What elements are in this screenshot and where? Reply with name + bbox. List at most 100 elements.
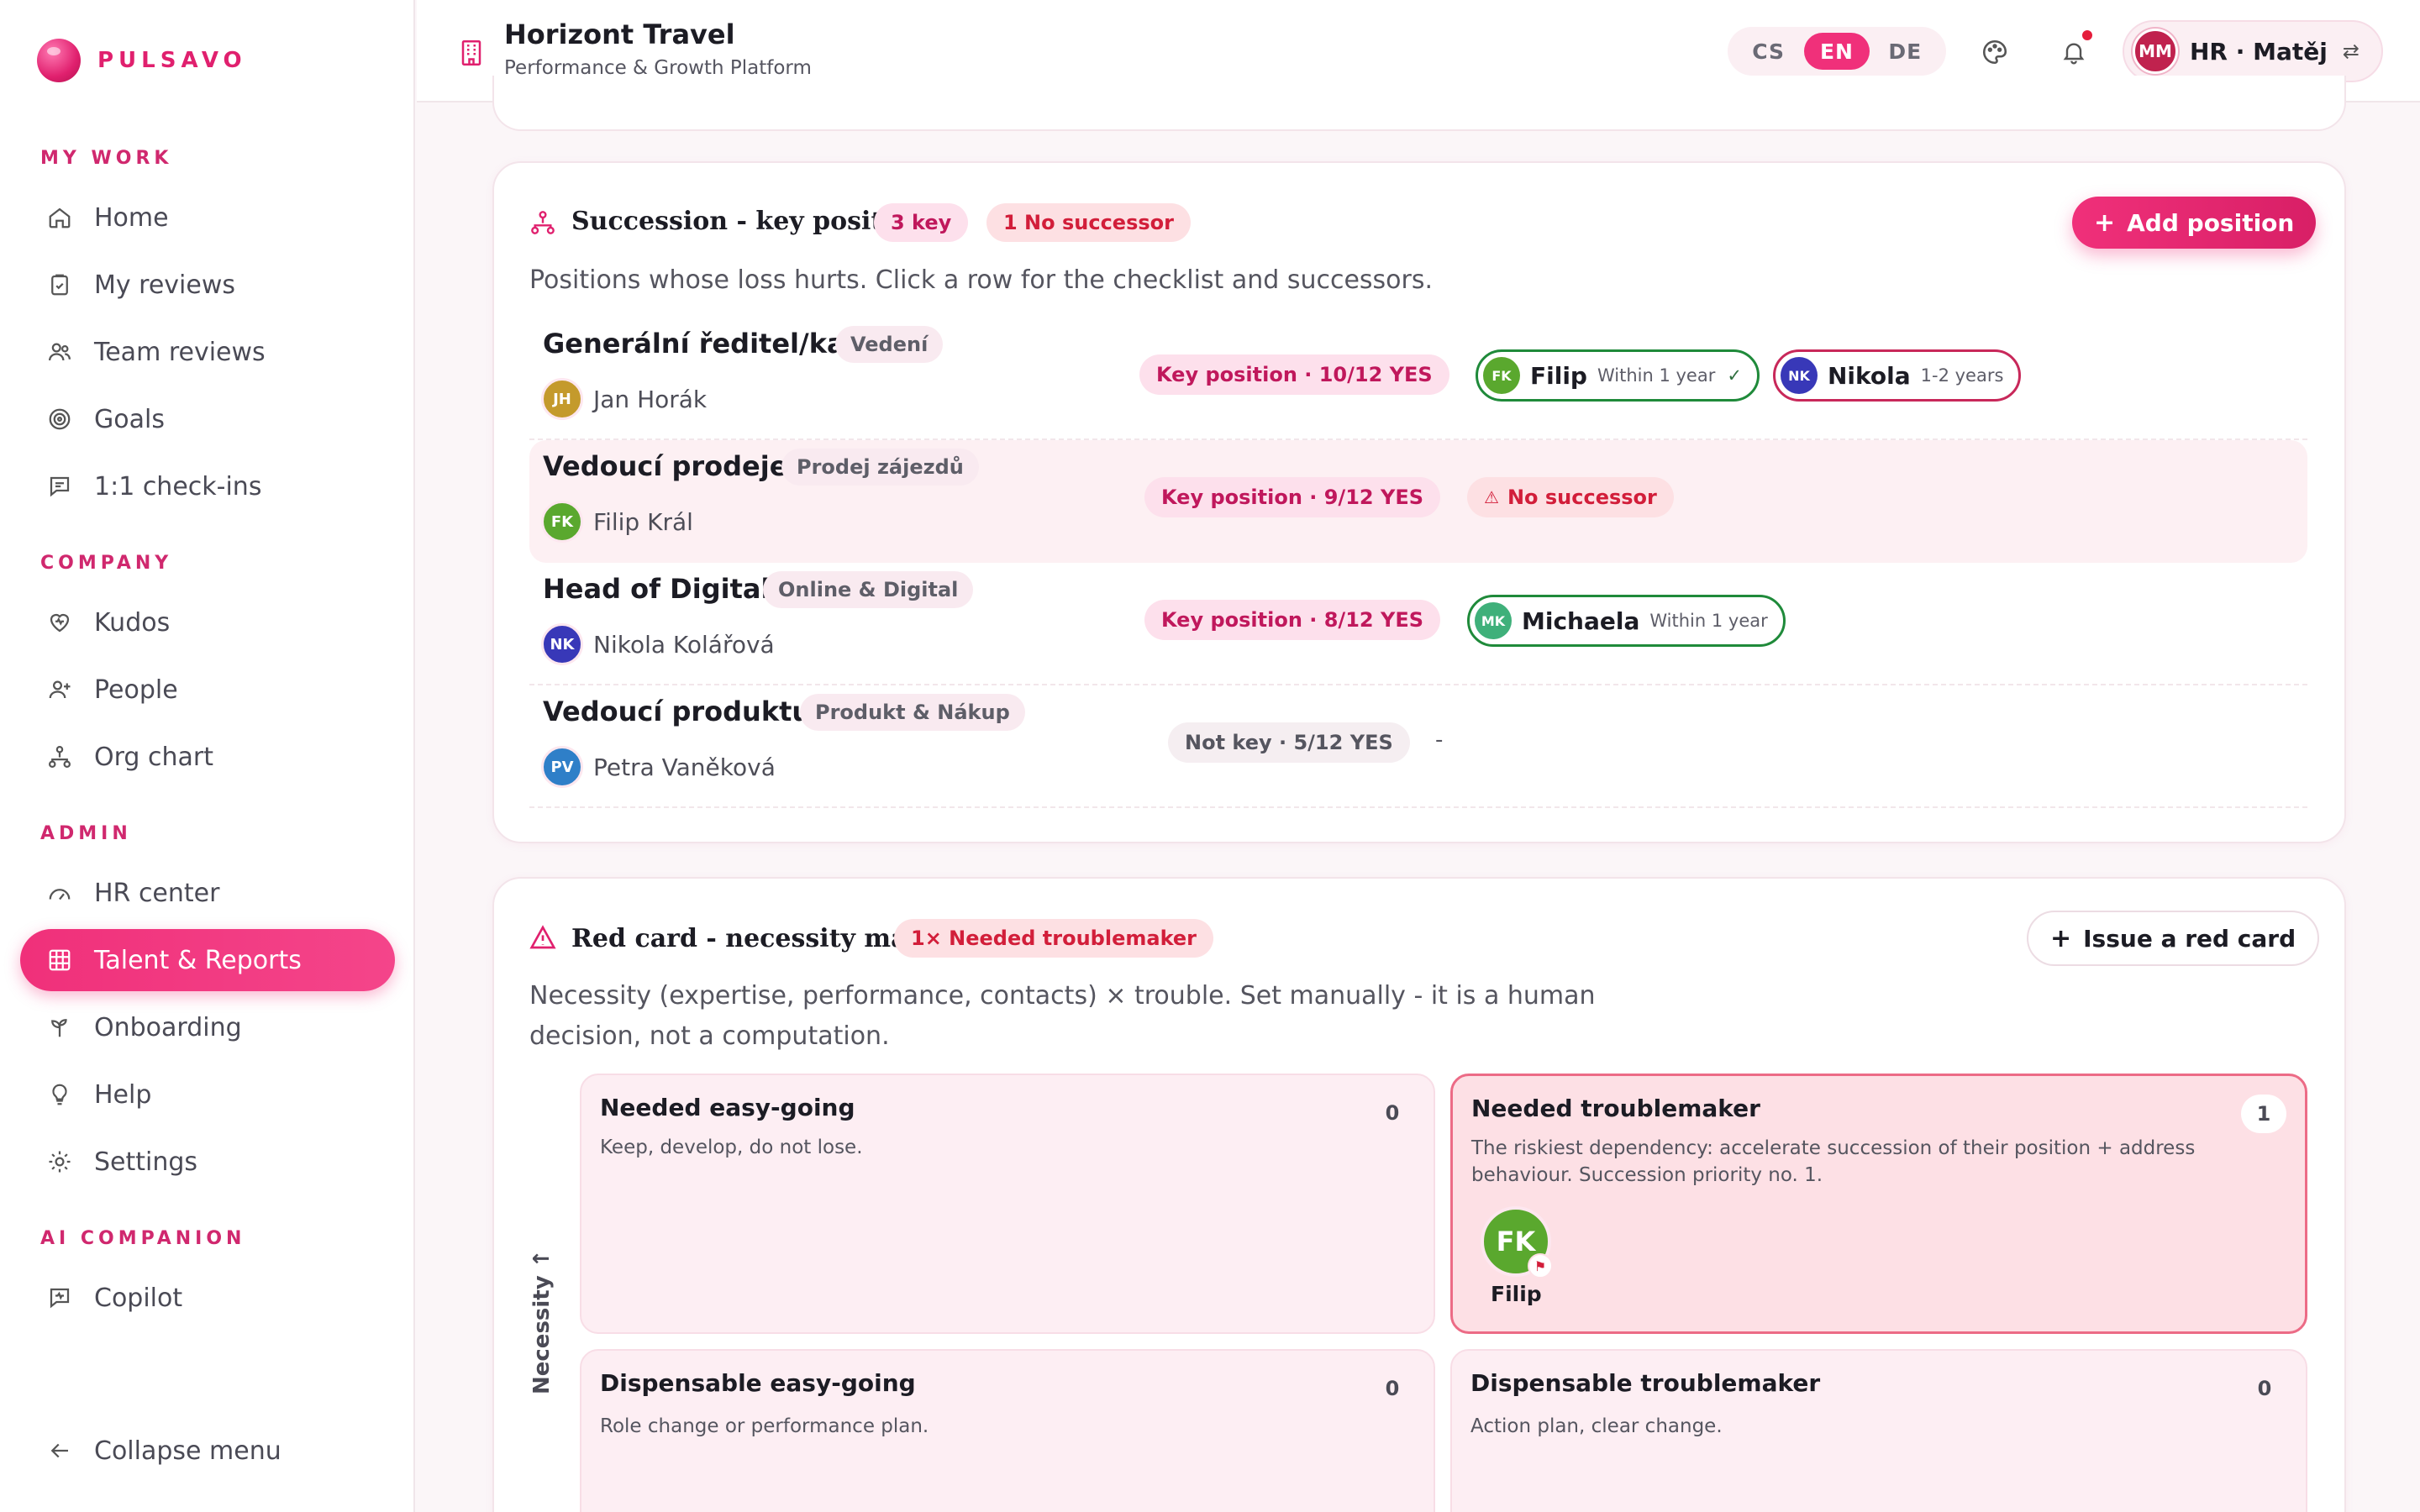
org-chart-icon — [45, 743, 74, 771]
palette-icon[interactable] — [1978, 35, 2012, 69]
sidebar-item-label: Onboarding — [94, 1012, 242, 1042]
sidebar-item-copilot[interactable]: Copilot — [20, 1267, 395, 1329]
sidebar-item-label: Team reviews — [94, 337, 266, 367]
department-badge: Prodej zájezdů — [781, 449, 979, 486]
previous-card-bottom — [492, 76, 2346, 131]
succession-row[interactable]: Vedoucí produktu Produkt & Nákup PV Petr… — [529, 685, 2307, 808]
quadrant-count: 1 — [2241, 1095, 2286, 1133]
plus-icon: + — [2094, 207, 2116, 238]
quadrant-dispensable-easy-going[interactable]: Dispensable easy-going Role change or pe… — [580, 1349, 1435, 1512]
plus-icon: + — [2050, 923, 2072, 953]
heart-icon — [45, 608, 74, 637]
successor-chip[interactable]: NK Nikola 1-2 years — [1773, 349, 2022, 402]
sidebar-item-label: Org chart — [94, 742, 213, 772]
lang-cs-button[interactable]: CS — [1736, 33, 1802, 70]
sidebar-item-onboarding[interactable]: Onboarding — [20, 996, 395, 1058]
key-position-badge: Key position · 10/12 YES — [1139, 354, 1449, 395]
holder-name: Petra Vaněková — [593, 753, 776, 781]
succession-row[interactable]: Generální ředitel/ka Vedení JH Jan Horák… — [529, 318, 2307, 440]
collapse-menu-button[interactable]: Collapse menu — [20, 1420, 395, 1482]
arrow-left-icon — [45, 1436, 74, 1465]
sidebar-item-hr-center[interactable]: HR center — [20, 862, 395, 924]
org-chart-icon — [529, 208, 556, 240]
add-position-button[interactable]: + Add position — [2072, 197, 2317, 249]
sidebar-item-label: Home — [94, 202, 169, 233]
red-flag-icon: ⚑ — [1528, 1253, 1553, 1278]
user-name: HR · Matěj — [2190, 37, 2328, 66]
sidebar-item-label: Settings — [94, 1147, 198, 1177]
avatar: FK — [541, 501, 583, 543]
sidebar-item-settings[interactable]: Settings — [20, 1131, 395, 1193]
sidebar-item-home[interactable]: Home — [20, 186, 395, 249]
lang-en-button[interactable]: EN — [1803, 33, 1870, 70]
sidebar-item-goals[interactable]: Goals — [20, 388, 395, 450]
sidebar-item-label: Goals — [94, 404, 165, 434]
sidebar-item-team-reviews[interactable]: Team reviews — [20, 321, 395, 383]
issue-red-card-button[interactable]: + Issue a red card — [2027, 911, 2320, 966]
quadrant-title: Needed troublemaker — [1471, 1095, 1760, 1122]
not-key-badge: Not key · 5/12 YES — [1168, 722, 1410, 763]
key-position-badge: Key position · 8/12 YES — [1144, 600, 1441, 640]
department-badge: Online & Digital — [763, 571, 974, 608]
position-title: Vedoucí produktu — [543, 696, 812, 727]
succession-row[interactable]: Vedoucí prodeje Prodej zájezdů FK Filip … — [529, 440, 2307, 563]
quadrant-description: The riskiest dependency: accelerate succ… — [1471, 1137, 2196, 1186]
key-position-badge: Key position · 9/12 YES — [1144, 477, 1441, 517]
issue-red-card-label: Issue a red card — [2083, 924, 2296, 953]
successor-chip[interactable]: FK Filip Within 1 year ✓ — [1476, 349, 1760, 402]
section-ai-companion: AI COMPANION — [40, 1228, 246, 1249]
language-switch: CS EN DE — [1728, 27, 1946, 76]
add-position-label: Add position — [2127, 208, 2295, 237]
sidebar-item-label: Talent & Reports — [94, 945, 302, 975]
sidebar-item-people[interactable]: People — [20, 659, 395, 721]
sidebar-item-kudos[interactable]: Kudos — [20, 591, 395, 654]
successor-readiness: Within 1 year — [1649, 611, 1768, 631]
position-holder: NK Nikola Kolářová — [541, 623, 775, 665]
quadrant-dispensable-troublemaker[interactable]: Dispensable troublemaker Action plan, cl… — [1450, 1349, 2307, 1512]
sidebar-item-org-chart[interactable]: Org chart — [20, 726, 395, 788]
clipboard-check-icon — [45, 270, 74, 299]
successor-name: Michaela — [1522, 606, 1640, 635]
department-badge: Vedení — [835, 326, 944, 363]
troublemaker-count-badge: 1× Needed troublemaker — [894, 919, 1213, 958]
lang-de-button[interactable]: DE — [1872, 33, 1938, 70]
notification-dot — [2081, 29, 2094, 42]
chat-icon — [45, 472, 74, 501]
quadrant-title: Dispensable easy-going — [600, 1369, 916, 1397]
position-title: Head of Digital — [543, 573, 771, 605]
sidebar-item-help[interactable]: Help — [20, 1063, 395, 1126]
quadrant-count: 0 — [2257, 1377, 2272, 1400]
quadrant-count: 0 — [1385, 1377, 1400, 1400]
holder-name: Filip Král — [593, 507, 693, 536]
user-plus-icon — [45, 675, 74, 704]
no-successors-dash: - — [1435, 727, 1444, 753]
sidebar-item-label: HR center — [94, 878, 220, 908]
sidebar-item-my-reviews[interactable]: My reviews — [20, 254, 395, 316]
succession-row[interactable]: Head of Digital Online & Digital NK Niko… — [529, 563, 2307, 685]
sidebar-item-label: 1:1 check-ins — [94, 471, 262, 501]
sidebar-item-label: Kudos — [94, 607, 171, 638]
brand[interactable]: PULSAVO — [37, 39, 247, 82]
warning-icon: ⚠ — [1484, 487, 1499, 507]
home-icon — [45, 203, 74, 232]
quadrant-count: 0 — [1385, 1101, 1400, 1125]
sprout-icon — [45, 1013, 74, 1042]
sidebar-item-talent-reports[interactable]: Talent & Reports — [20, 929, 395, 991]
quadrant-description: Role change or performance plan. — [600, 1415, 929, 1437]
quadrant-needed-easy-going[interactable]: Needed easy-going Keep, develop, do not … — [580, 1074, 1435, 1334]
necessity-axis-label: Necessity ↑ — [529, 1249, 563, 1394]
gauge-icon — [45, 879, 74, 907]
successor-chip[interactable]: MK Michaela Within 1 year — [1467, 595, 1786, 647]
user-menu-button[interactable]: MM HR · Matěj ⇄ — [2123, 20, 2383, 82]
sidebar-item-checkins[interactable]: 1:1 check-ins — [20, 455, 395, 517]
no-successor-badge: ⚠ No successor — [1467, 477, 1674, 517]
department-badge: Produkt & Nákup — [800, 694, 1025, 731]
holder-name: Jan Horák — [593, 385, 708, 413]
successor-readiness: Within 1 year — [1597, 365, 1716, 386]
user-avatar: MM — [2133, 29, 2178, 74]
avatar: JH — [541, 378, 583, 420]
quadrant-needed-troublemaker[interactable]: Needed troublemaker The riskiest depende… — [1450, 1074, 2307, 1334]
sidebar-item-label: Copilot — [94, 1283, 183, 1313]
lightbulb-icon — [45, 1080, 74, 1109]
copilot-icon — [45, 1284, 74, 1312]
